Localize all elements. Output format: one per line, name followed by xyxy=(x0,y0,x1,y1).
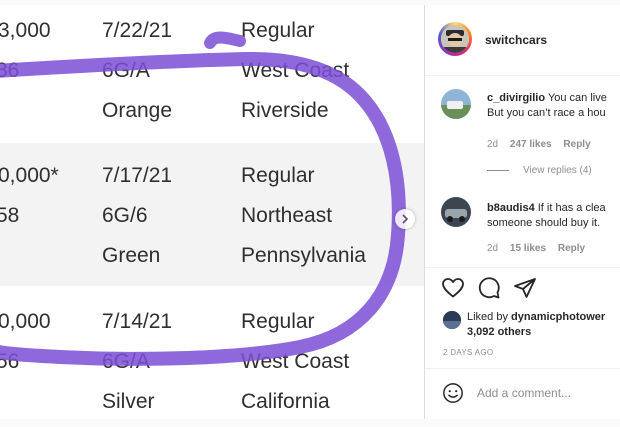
comment-likes[interactable]: 15 likes xyxy=(510,243,546,254)
comment-age: 2d xyxy=(487,243,499,254)
chevron-right-icon xyxy=(402,214,409,224)
comment-username[interactable]: c_divirgilio xyxy=(487,92,545,104)
comment-likes[interactable]: 247 likes xyxy=(510,139,552,150)
carousel-next-button[interactable] xyxy=(395,209,415,229)
region-cell: West Coast xyxy=(241,59,350,82)
comment-text: But you can’t race a hou xyxy=(487,107,606,119)
color-cell: Green xyxy=(102,244,161,267)
amount-cell: 0,000 xyxy=(0,310,51,333)
code-cell: 36 xyxy=(0,59,20,82)
liked-by-others[interactable]: 3,092 others xyxy=(467,326,531,338)
comment-text: You can live xyxy=(547,92,607,104)
region-cell: West Coast xyxy=(241,350,350,373)
emoji-icon[interactable] xyxy=(442,382,464,404)
profile-photo xyxy=(441,25,469,53)
reply-button[interactable]: Reply xyxy=(558,243,585,254)
divider xyxy=(425,368,620,369)
spec-cell: 6G/A xyxy=(102,350,150,373)
code-cell: 56 xyxy=(0,350,20,373)
liked-by-user[interactable]: dynamicphotower xyxy=(511,311,605,323)
type-cell: Regular xyxy=(241,310,315,333)
location-cell: California xyxy=(241,390,330,413)
post-header: switchcars xyxy=(425,5,620,76)
liked-by-label: Liked by xyxy=(467,311,508,323)
code-cell: 58 xyxy=(0,204,20,227)
spec-cell: 6G/6 xyxy=(102,204,148,227)
comment-username[interactable]: b8audis4 xyxy=(487,202,535,214)
date-cell: 7/22/21 xyxy=(102,19,173,42)
divider xyxy=(425,267,620,268)
comment-icon[interactable] xyxy=(477,276,501,300)
color-cell: Silver xyxy=(102,390,155,413)
date-cell: 7/17/21 xyxy=(102,164,173,187)
view-replies-label: View replies (4) xyxy=(523,165,592,176)
post-image: 3,000 36 7/22/21 6G/A Orange Regular Wes… xyxy=(0,5,424,419)
divider xyxy=(487,170,509,171)
location-cell: Pennsylvania xyxy=(241,244,366,267)
avatar[interactable] xyxy=(438,22,472,56)
amount-cell: 3,000 xyxy=(0,19,51,42)
avatar[interactable] xyxy=(441,197,471,227)
spec-cell: 6G/A xyxy=(102,59,150,82)
comment-age: 2d xyxy=(487,139,499,150)
table-row: 0,000* 58 7/17/21 6G/6 Green Regular Nor… xyxy=(0,143,424,286)
location-cell: Riverside xyxy=(241,99,329,122)
date-cell: 7/14/21 xyxy=(102,310,173,333)
avatar[interactable] xyxy=(441,89,471,119)
add-comment-input[interactable] xyxy=(477,382,617,404)
reply-button[interactable]: Reply xyxy=(563,139,590,150)
comment-text: If it has a clea xyxy=(537,202,606,214)
heart-icon[interactable] xyxy=(441,276,465,300)
view-replies-button[interactable]: View replies (4) xyxy=(487,165,592,176)
commenter-photo xyxy=(441,89,471,119)
post-username[interactable]: switchcars xyxy=(485,33,547,47)
comment-text: someone should buy it. xyxy=(487,217,601,229)
table-row: 0,000 56 7/14/21 6G/A Silver Regular Wes… xyxy=(0,286,424,419)
table-row: 3,000 36 7/22/21 6G/A Orange Regular Wes… xyxy=(0,5,424,148)
share-icon[interactable] xyxy=(513,276,537,300)
liker-photo xyxy=(443,311,461,329)
post-side-panel: switchcars c_divirgilio You can live But… xyxy=(425,5,620,419)
type-cell: Regular xyxy=(241,19,315,42)
region-cell: Northeast xyxy=(241,204,333,227)
color-cell: Orange xyxy=(102,99,173,122)
avatar[interactable] xyxy=(443,311,461,329)
commenter-photo xyxy=(441,197,471,227)
amount-cell: 0,000* xyxy=(0,164,59,187)
post-timestamp: 2 DAYS AGO xyxy=(443,348,494,357)
type-cell: Regular xyxy=(241,164,315,187)
